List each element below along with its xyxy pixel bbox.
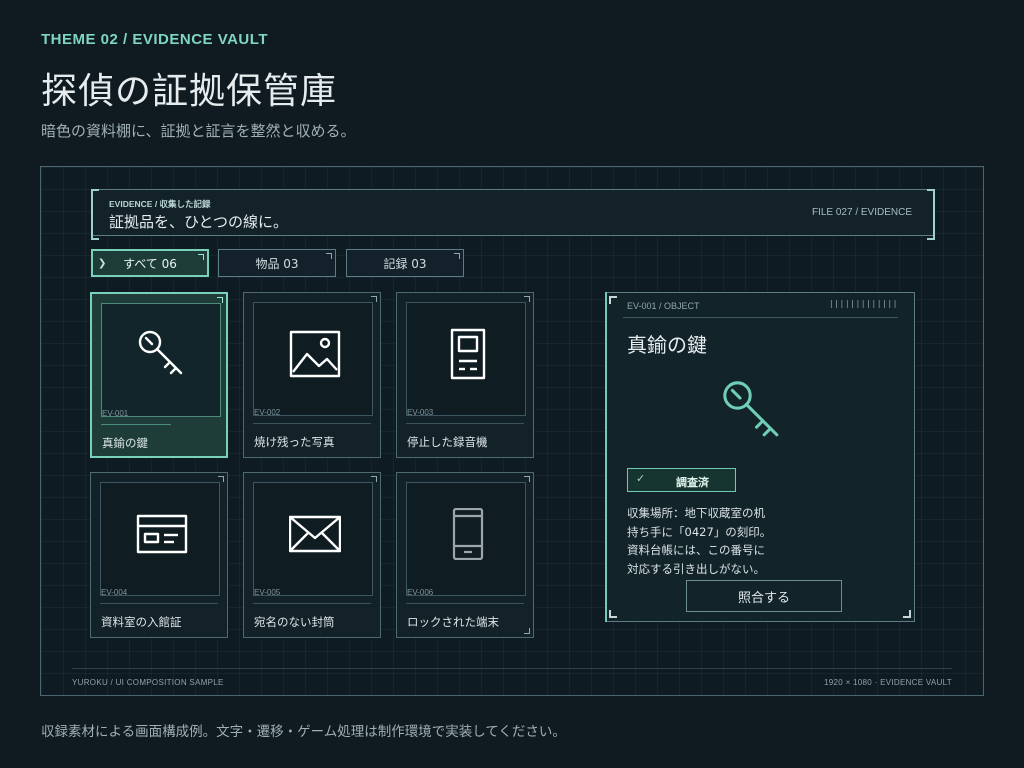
tab-label: 物品 03 — [255, 256, 299, 271]
detail-title: 真鍮の鍵 — [627, 333, 707, 357]
divider — [101, 424, 171, 425]
card-thumbnail — [406, 302, 526, 416]
panel-kicker: EVIDENCE / 収集した記録 — [109, 199, 211, 209]
page-title: 探偵の証拠保管庫 — [41, 71, 338, 112]
status-badge: ✓ 調査済 — [627, 468, 736, 492]
corner-mark — [371, 296, 377, 302]
envelope-icon — [289, 515, 341, 553]
card-code: EV-001 — [102, 409, 129, 418]
card-name: 焼け残った写真 — [254, 435, 335, 449]
corner-mark — [524, 296, 530, 302]
check-icon: ✓ — [636, 472, 646, 485]
recorder-icon — [450, 328, 486, 380]
card-thumbnail — [406, 482, 526, 596]
accent-edge — [605, 292, 610, 622]
status-label: 調査済 — [676, 476, 709, 489]
card-name: 真鍮の鍵 — [102, 436, 148, 450]
detail-code: EV-001 / OBJECT — [627, 301, 700, 311]
card-thumbnail — [253, 302, 373, 416]
card-code: EV-004 — [101, 588, 128, 597]
evidence-card-ev-003[interactable]: EV-003 停止した録音機 — [396, 292, 534, 458]
description-line: 持ち手に「0427」の刻印。 — [627, 524, 772, 539]
chevron-right-icon: ❯ — [98, 258, 107, 269]
tab-objects[interactable]: 物品 03 — [218, 249, 336, 277]
evidence-card-ev-001[interactable]: EV-001 真鍮の鍵 — [90, 292, 228, 458]
key-icon — [723, 381, 779, 437]
corner-mark — [217, 297, 223, 303]
divider — [406, 603, 524, 604]
image-icon — [289, 330, 341, 378]
corner-mark — [609, 610, 617, 618]
card-name: 停止した録音機 — [407, 435, 488, 449]
corner-mark — [454, 253, 460, 259]
divider — [253, 603, 371, 604]
panel-footer-left: YUROKU / UI COMPOSITION SAMPLE — [72, 678, 224, 687]
divider — [623, 317, 898, 318]
card-thumbnail — [100, 482, 220, 596]
card-code: EV-003 — [407, 408, 434, 417]
evidence-card-ev-006[interactable]: EV-006 ロックされた端末 — [396, 472, 534, 638]
page-subtitle: 暗色の資料棚に、証拠と証言を整然と収める。 — [41, 122, 356, 140]
evidence-card-ev-002[interactable]: EV-002 焼け残った写真 — [243, 292, 381, 458]
card-name: 宛名のない封筒 — [254, 615, 335, 629]
description-line: 収集場所：地下収蔵室の机 — [627, 506, 765, 520]
evidence-detail-panel: EV-001 / OBJECT ||||||||||||| 真鍮の鍵 ✓ 調査済… — [605, 292, 915, 622]
card-name: 資料室の入館証 — [101, 615, 182, 629]
id-card-icon — [136, 514, 188, 554]
evidence-card-ev-004[interactable]: EV-004 資料室の入館証 — [90, 472, 228, 638]
corner-mark — [218, 476, 224, 482]
match-button[interactable]: 照合する — [686, 580, 842, 612]
card-code: EV-005 — [254, 588, 281, 597]
corner-mark — [326, 253, 332, 259]
evidence-card-ev-005[interactable]: EV-005 宛名のない封筒 — [243, 472, 381, 638]
description-line: 資料台帳には、この番号に — [627, 543, 765, 557]
card-name: ロックされた端末 — [407, 615, 499, 629]
panel-title: 証拠品を、ひとつの線に。 — [109, 213, 288, 231]
corner-mark — [524, 628, 530, 634]
corner-mark — [524, 476, 530, 482]
corner-mark — [371, 476, 377, 482]
divider — [72, 668, 952, 669]
phone-icon — [452, 508, 484, 560]
description-line: 対応する引き出しがない。 — [627, 561, 765, 576]
tick-marks: ||||||||||||| — [828, 299, 898, 308]
footer-note: 収録素材による画面構成例。文字・遷移・ゲーム処理は制作環境で実装してください。 — [41, 724, 566, 740]
tab-records[interactable]: 記録 03 — [346, 249, 464, 277]
panel-footer-right: 1920 × 1080 · EVIDENCE VAULT — [824, 678, 952, 687]
file-label: FILE 027 / EVIDENCE — [811, 207, 912, 218]
divider — [100, 603, 218, 604]
tab-label: 記録 03 — [383, 256, 427, 271]
card-code: EV-002 — [254, 408, 281, 417]
corner-mark — [903, 610, 911, 618]
card-thumbnail — [101, 303, 221, 417]
corner-mark — [198, 254, 204, 260]
card-code: EV-006 — [407, 588, 434, 597]
key-icon — [138, 330, 183, 375]
theme-label: THEME 02 / EVIDENCE VAULT — [41, 31, 268, 48]
detail-description: 収集場所：地下収蔵室の机 持ち手に「0427」の刻印。 資料台帳には、この番号に… — [627, 504, 771, 578]
tab-all[interactable]: ❯ すべて 06 — [91, 249, 209, 277]
card-thumbnail — [253, 482, 373, 596]
tab-label: すべて 06 — [123, 256, 177, 271]
divider — [253, 423, 371, 424]
divider — [406, 423, 524, 424]
panel-header: EVIDENCE / 収集した記録 証拠品を、ひとつの線に。 FILE 027 … — [91, 189, 935, 240]
evidence-panel: EVIDENCE / 収集した記録 証拠品を、ひとつの線に。 FILE 027 … — [40, 166, 984, 696]
corner-mark — [609, 296, 617, 304]
